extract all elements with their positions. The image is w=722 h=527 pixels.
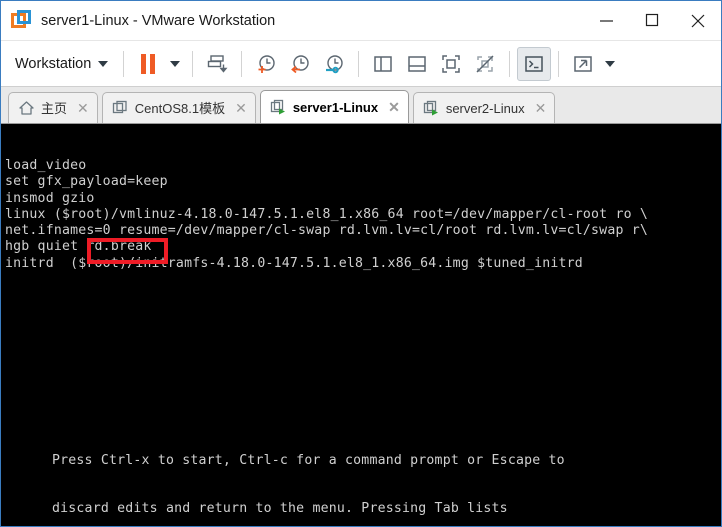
chevron-down-icon [170,60,181,67]
tab-home[interactable]: 主页 ✕ [8,92,98,123]
minimize-icon[interactable] [583,1,629,40]
vmware-workstation-window: server1-Linux - VMware Workstation Works… [0,0,722,527]
grub-help-line: Press Ctrl-x to start, Ctrl-c for a comm… [52,452,565,468]
fullscreen-button[interactable] [566,47,600,81]
show-thumbnails-button[interactable] [400,47,434,81]
chevron-down-icon [98,60,109,67]
tab-centos81-template[interactable]: CentOS8.1模板 ✕ [101,92,256,123]
snapshot-add-icon [258,54,275,73]
title-bar-left: server1-Linux - VMware Workstation [1,10,275,31]
fullscreen-icon [574,55,593,72]
toolbar-separator [192,50,194,77]
grub-line-rd-break: hgb quiet rd.break [5,239,152,255]
vm-console-grub-editor[interactable]: load_video set gfx_payload=keep insmod g… [1,124,721,526]
thumbnail-bar-icon [408,55,427,72]
console-view-button[interactable] [517,46,552,81]
tab-server2-linux[interactable]: server2-Linux ✕ [412,92,556,123]
workstation-menu-label: Workstation [15,55,92,72]
tab-label: server2-Linux [445,100,525,116]
chevron-down-icon [605,60,616,67]
workstation-menu-button[interactable]: Workstation [7,52,116,76]
snapshot-manager-icon [326,54,343,73]
fullscreen-dropdown-button[interactable] [600,47,620,81]
close-icon[interactable]: ✕ [231,101,247,115]
grub-help-line: discard edits and return to the menu. Pr… [52,501,508,517]
toolbar-separator [123,50,125,77]
take-snapshot-button[interactable] [249,47,283,81]
fit-window-button[interactable] [468,47,502,81]
grub-line: set gfx_payload=keep [5,174,168,190]
snapshot-revert-icon [291,54,309,73]
close-icon[interactable]: ✕ [384,100,400,114]
grub-line: initrd ($root)/initramfs-4.18.0-147.5.1.… [5,255,583,271]
console-icon [525,55,544,72]
vmware-logo-icon [11,10,32,31]
tab-label: 主页 [41,100,68,116]
window-controls [583,1,721,40]
tab-label: server1-Linux [292,99,379,115]
toolbar-separator [358,50,360,77]
main-toolbar: Workstation [1,41,721,87]
vm-stopped-icon [112,100,127,114]
fit-guest-icon [442,54,461,73]
send-ctrl-alt-del-button[interactable] [200,47,234,81]
close-icon[interactable]: ✕ [73,101,89,115]
title-bar: server1-Linux - VMware Workstation [1,1,721,41]
revert-snapshot-button[interactable] [283,47,317,81]
home-icon [19,101,34,115]
vm-running-icon [423,100,438,116]
grub-line: load_video [5,158,87,173]
toolbar-separator [241,50,243,77]
close-icon[interactable] [675,1,721,40]
grub-help-text: Press Ctrl-x to start, Ctrl-c for a comm… [52,420,565,526]
toolbar-separator [509,50,511,77]
fit-guest-button[interactable] [434,47,468,81]
vm-tab-strip: 主页 ✕ CentOS8.1模板 ✕ server1-Linux ✕ serve… [1,87,721,124]
maximize-icon[interactable] [629,1,675,40]
tab-server1-linux[interactable]: server1-Linux ✕ [259,90,409,123]
pause-icon [141,53,156,74]
grub-line: linux ($root)/vmlinuz-4.18.0-147.5.1.el8… [5,206,649,222]
fit-window-off-icon [476,54,494,73]
window-title: server1-Linux - VMware Workstation [41,12,276,29]
pause-vm-button[interactable] [131,47,165,81]
toolbar-separator [558,50,560,77]
grub-line: insmod gzio [5,190,95,206]
tab-label: CentOS8.1模板 [134,100,226,116]
send-key-icon [208,54,228,73]
snapshot-manager-button[interactable] [317,47,351,81]
close-icon[interactable]: ✕ [531,101,547,115]
library-panel-icon [374,55,393,72]
pause-dropdown-button[interactable] [165,47,185,81]
show-library-button[interactable] [366,47,400,81]
vm-running-icon [270,99,285,115]
grub-line: net.ifnames=0 resume=/dev/mapper/cl-swap… [5,223,649,239]
